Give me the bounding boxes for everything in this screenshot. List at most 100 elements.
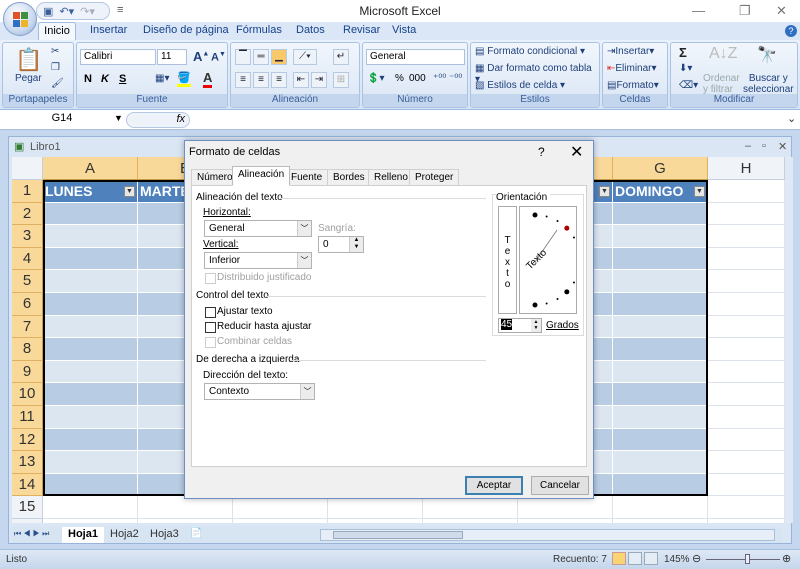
decrease-decimal-icon[interactable]: ⁻⁰⁰: [449, 73, 462, 84]
borders-icon[interactable]: ▦▾: [155, 73, 169, 84]
zoom-slider-thumb[interactable]: [745, 554, 750, 564]
tab-formulas[interactable]: Fórmulas: [236, 22, 282, 40]
cell-F15[interactable]: [518, 496, 613, 519]
redo-icon[interactable]: ↷▾: [80, 5, 95, 18]
page-layout-view-icon[interactable]: [628, 552, 642, 565]
cell-G9[interactable]: [613, 360, 708, 384]
cell-G13[interactable]: [613, 451, 708, 474]
cell-H15[interactable]: [708, 496, 785, 519]
scroll-thumb[interactable]: [333, 531, 463, 539]
tab-revisar[interactable]: Revisar: [343, 22, 380, 40]
close-button[interactable]: ✕: [776, 3, 787, 19]
dialog-close-button[interactable]: ✕: [570, 142, 583, 162]
cell-A9[interactable]: [43, 360, 138, 384]
cell-G4[interactable]: [613, 247, 708, 271]
cell-E16[interactable]: [423, 519, 518, 523]
cell-A7[interactable]: [43, 315, 138, 339]
cell-H9[interactable]: [708, 360, 785, 384]
decrease-indent-icon[interactable]: ⇤: [293, 72, 309, 88]
cell-F16[interactable]: [518, 519, 613, 523]
aceptar-button[interactable]: Aceptar: [465, 476, 523, 495]
zoom-level[interactable]: 145%: [664, 554, 690, 565]
normal-view-icon[interactable]: [612, 552, 626, 565]
cell-A1[interactable]: LUNES ▼: [43, 180, 138, 203]
clear-icon[interactable]: ⌫▾: [679, 80, 698, 91]
office-button[interactable]: [3, 2, 37, 36]
cell-H13[interactable]: [708, 451, 785, 474]
formula-input[interactable]: [192, 111, 782, 129]
name-box[interactable]: G14: [2, 112, 122, 128]
distribuido-checkbox[interactable]: [205, 273, 216, 284]
column-header-H[interactable]: H: [708, 157, 785, 180]
row-header-7[interactable]: 7: [12, 315, 43, 339]
row-header-1[interactable]: 1: [12, 180, 43, 203]
cancelar-button[interactable]: Cancelar: [531, 476, 589, 495]
shrink-font-icon[interactable]: A▼: [211, 51, 226, 64]
merge-center-icon[interactable]: ⊞: [333, 72, 349, 88]
row-header-11[interactable]: 11: [12, 406, 43, 429]
dtab-bordes[interactable]: Bordes: [327, 169, 371, 185]
cell-G5[interactable]: [613, 270, 708, 293]
cell-A6[interactable]: [43, 293, 138, 316]
filter-dropdown-icon[interactable]: ▼: [694, 186, 705, 197]
row-header-14[interactable]: 14: [12, 473, 43, 497]
align-bottom-icon[interactable]: ▁: [271, 49, 287, 65]
grados-spinner-icon[interactable]: ▲ ▼: [531, 319, 541, 332]
expand-formula-icon[interactable]: ⌄: [787, 112, 796, 125]
row-header-5[interactable]: 5: [12, 270, 43, 293]
cell-G16[interactable]: [613, 519, 708, 523]
cell-H7[interactable]: [708, 315, 785, 339]
tab-diseno-pagina[interactable]: Diseño de página: [143, 22, 229, 40]
cell-A16[interactable]: [43, 519, 138, 523]
align-center-icon[interactable]: ≡: [253, 72, 269, 88]
column-header-A[interactable]: A: [43, 157, 138, 180]
minimize-button[interactable]: —: [692, 3, 705, 18]
format-cells-button[interactable]: ▤Formato▾: [607, 80, 659, 91]
dialog-help-button[interactable]: ?: [538, 145, 545, 159]
cell-A14[interactable]: [43, 473, 138, 497]
fill-color-icon[interactable]: 🪣: [177, 71, 191, 87]
cut-icon[interactable]: ✂: [51, 46, 59, 57]
reducir-checkbox[interactable]: [205, 322, 216, 333]
cell-H12[interactable]: [708, 428, 785, 452]
font-name-combo[interactable]: Calibri: [80, 49, 156, 65]
cell-A10[interactable]: [43, 383, 138, 406]
vertical-select[interactable]: Inferior ﹀: [204, 252, 312, 269]
cell-H11[interactable]: [708, 406, 785, 429]
cell-H5[interactable]: [708, 270, 785, 293]
cell-G11[interactable]: [613, 406, 708, 429]
wrap-text-icon[interactable]: ↵: [333, 49, 349, 65]
increase-decimal-icon[interactable]: ⁺⁰⁰: [433, 73, 446, 84]
zoom-in-button[interactable]: ⊕: [782, 552, 791, 565]
direccion-select[interactable]: Contexto ﹀: [204, 383, 315, 400]
row-header-16[interactable]: 16: [12, 519, 43, 523]
row-header-8[interactable]: 8: [12, 338, 43, 361]
vertical-scrollbar[interactable]: [785, 157, 793, 523]
orientation-icon[interactable]: ⟋▾: [293, 49, 317, 65]
align-left-icon[interactable]: ≡: [235, 72, 251, 88]
sort-filter-button[interactable]: Ordenar y filtrar: [703, 73, 740, 95]
cell-B16[interactable]: [138, 519, 233, 523]
tab-vista[interactable]: Vista: [392, 22, 416, 40]
sheet-tab-hoja2[interactable]: Hoja2: [104, 527, 145, 543]
row-header-4[interactable]: 4: [12, 247, 43, 271]
cell-A5[interactable]: [43, 270, 138, 293]
cell-styles-button[interactable]: ▧ Estilos de celda ▾: [475, 80, 565, 91]
customize-qat-icon[interactable]: ≡: [117, 4, 123, 16]
cell-B15[interactable]: [138, 496, 233, 519]
increase-indent-icon[interactable]: ⇥: [311, 72, 327, 88]
dtab-relleno[interactable]: Relleno: [368, 169, 414, 185]
wb-close-button[interactable]: ✕: [778, 140, 787, 153]
autosum-button[interactable]: Σ: [679, 45, 687, 60]
cell-H16[interactable]: [708, 519, 785, 523]
grados-input[interactable]: 45 ▲ ▼: [498, 318, 542, 333]
row-header-10[interactable]: 10: [12, 383, 43, 406]
cell-A15[interactable]: [43, 496, 138, 519]
cell-G15[interactable]: [613, 496, 708, 519]
cell-A12[interactable]: [43, 428, 138, 452]
column-header-G[interactable]: G: [613, 157, 708, 180]
conditional-format-button[interactable]: ▤ Formato condicional ▾: [475, 46, 585, 57]
underline-button[interactable]: S: [119, 73, 126, 85]
cell-A8[interactable]: [43, 338, 138, 361]
zoom-slider[interactable]: [706, 559, 780, 560]
